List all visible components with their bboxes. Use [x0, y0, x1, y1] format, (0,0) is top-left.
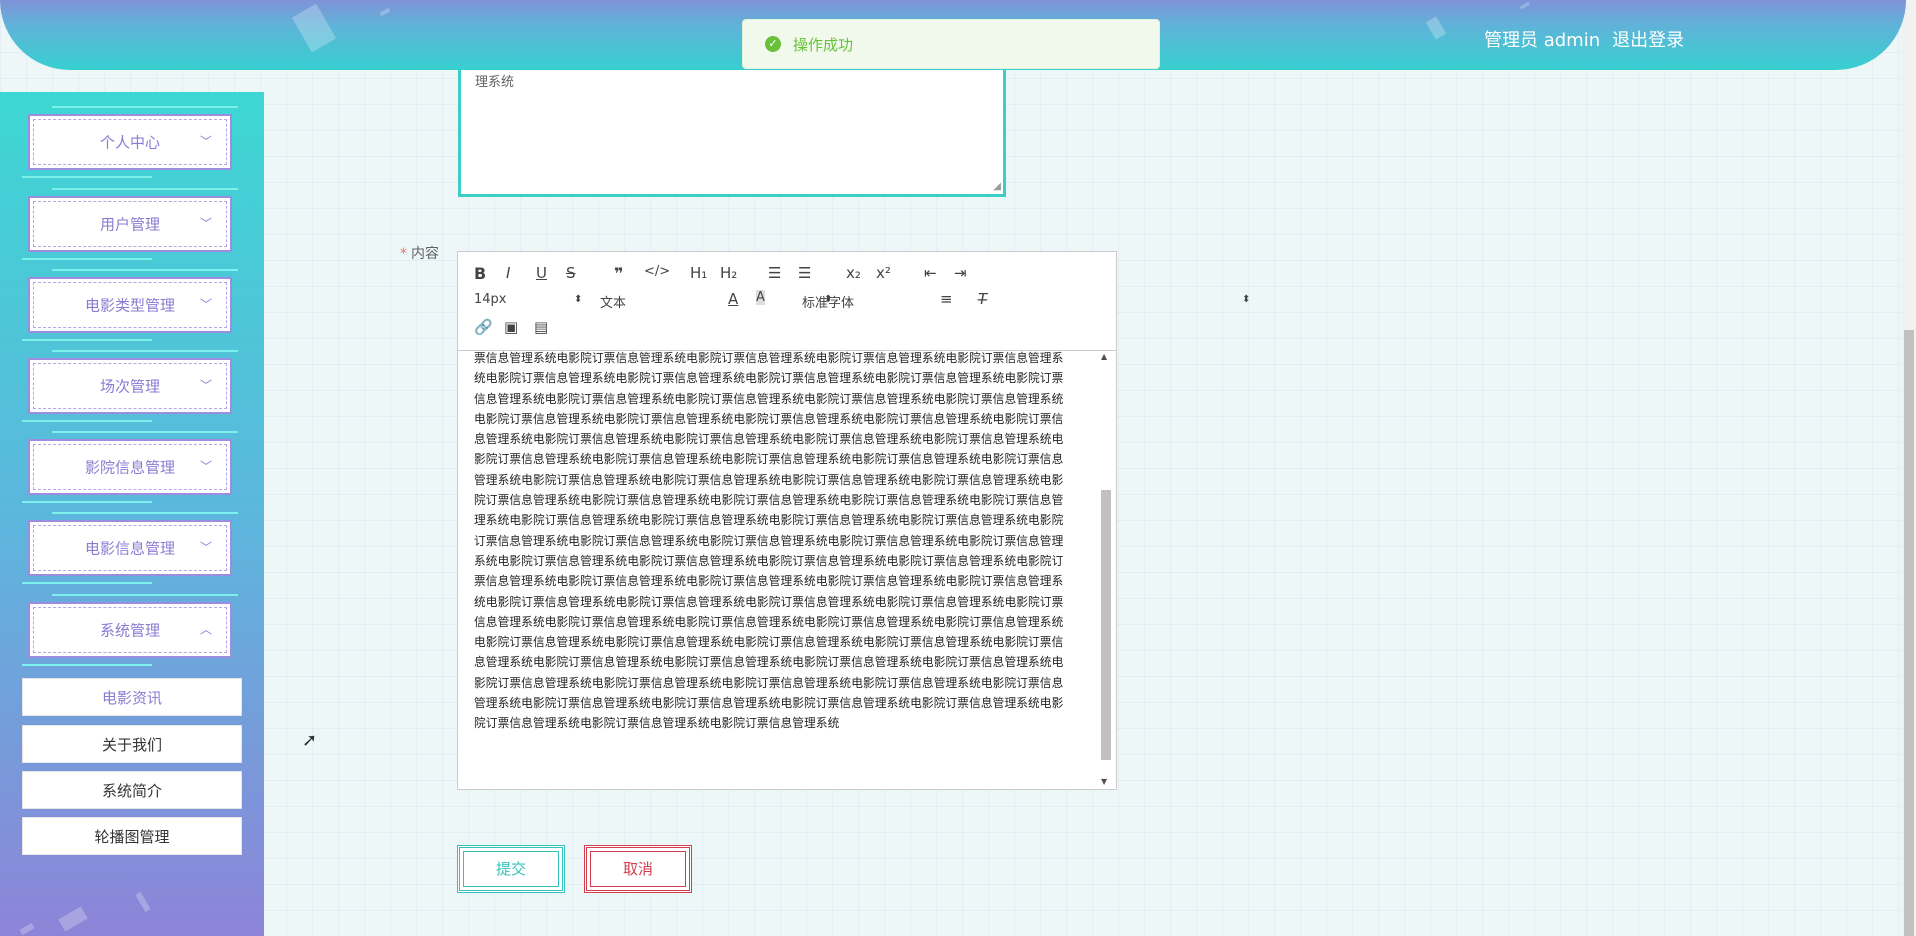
- font-size-select[interactable]: 14px ⬍: [474, 292, 582, 307]
- scroll-down-icon[interactable]: ▼: [1101, 777, 1107, 786]
- video-icon[interactable]: ▤: [534, 318, 548, 336]
- toast-message: 操作成功: [793, 35, 854, 54]
- page-scrollbar-thumb[interactable]: [1904, 330, 1914, 936]
- paragraph-select[interactable]: 文本 ⬍: [600, 292, 832, 311]
- editor-scrollbar[interactable]: ▲ ▼: [1100, 350, 1112, 788]
- intro-textarea-wrapper: 理系统 ◢: [458, 62, 1006, 197]
- indent-icon[interactable]: ⇥: [954, 264, 967, 282]
- font-color-icon[interactable]: A: [728, 290, 738, 308]
- chevron-down-icon: ﹀: [199, 459, 212, 474]
- submit-button[interactable]: 提交: [457, 845, 565, 893]
- editor-scrollbar-thumb[interactable]: [1101, 490, 1111, 760]
- ordered-list-icon[interactable]: ☰: [768, 264, 781, 282]
- required-asterisk: *: [400, 246, 407, 262]
- clear-format-icon[interactable]: T̶: [978, 290, 987, 308]
- bullet-list-icon[interactable]: ☰: [798, 264, 811, 282]
- chevron-down-icon: ﹀: [199, 540, 212, 555]
- outdent-icon[interactable]: ⇤: [924, 264, 937, 282]
- image-icon[interactable]: ▣: [504, 318, 518, 336]
- sidebar-item-movie-info-management[interactable]: 电影信息管理 ﹀: [22, 512, 238, 584]
- sidebar-item-user-management[interactable]: 用户管理 ﹀: [22, 188, 238, 260]
- editor-content[interactable]: 票信息管理系统电影院订票信息管理系统电影院订票信息管理系统电影院订票信息管理系统…: [474, 348, 1074, 788]
- sidebar-item-system-management[interactable]: 系统管理 ︿: [22, 594, 238, 666]
- strikethrough-icon[interactable]: S: [566, 264, 576, 282]
- select-arrow-icon: ⬍: [1242, 294, 1251, 305]
- submenu-about-us[interactable]: 关于我们: [22, 725, 242, 763]
- heading-1-icon[interactable]: H₁: [690, 264, 707, 282]
- code-block-icon[interactable]: </>: [644, 264, 670, 279]
- submenu-system-intro[interactable]: 系统简介: [22, 771, 242, 809]
- submenu-movie-news[interactable]: 电影资讯: [22, 678, 242, 716]
- editor-toolbar: B I U S ❞ </> H₁ H₂ ☰ ☰ x₂ x² ⇤ ⇥ 14px ⬍ …: [458, 252, 1250, 351]
- submenu-carousel-management[interactable]: 轮播图管理: [22, 817, 242, 855]
- chevron-down-icon: ﹀: [199, 134, 212, 149]
- user-area: 管理员 admin 退出登录: [1484, 26, 1684, 52]
- chevron-down-icon: ﹀: [199, 216, 212, 231]
- underline-icon[interactable]: U: [536, 264, 547, 282]
- select-arrow-icon: ⬍: [574, 294, 583, 305]
- chevron-down-icon: ﹀: [199, 297, 212, 312]
- bold-icon[interactable]: B: [474, 264, 486, 283]
- superscript-icon[interactable]: x²: [876, 264, 891, 282]
- page-scrollbar[interactable]: [1902, 0, 1916, 936]
- scroll-up-icon[interactable]: ▲: [1101, 352, 1107, 361]
- heading-2-icon[interactable]: H₂: [720, 264, 737, 282]
- subscript-icon[interactable]: x₂: [846, 264, 861, 282]
- chevron-up-icon: ︿: [199, 622, 212, 637]
- italic-icon[interactable]: I: [506, 264, 510, 282]
- content-field-label: * 内容: [400, 246, 439, 262]
- blockquote-icon[interactable]: ❞: [614, 264, 623, 283]
- background-color-icon[interactable]: A: [756, 290, 765, 305]
- mouse-cursor-icon: ➚: [302, 730, 318, 751]
- rich-text-editor: B I U S ❞ </> H₁ H₂ ☰ ☰ x₂ x² ⇤ ⇥ 14px ⬍ …: [457, 251, 1250, 790]
- chevron-down-icon: ﹀: [199, 378, 212, 393]
- align-icon[interactable]: ≡: [940, 290, 953, 308]
- cancel-button[interactable]: 取消: [584, 845, 692, 893]
- sidebar-item-personal-center[interactable]: 个人中心 ﹀: [22, 106, 238, 178]
- intro-textarea[interactable]: 理系统: [461, 65, 1003, 194]
- sidebar-item-session-management[interactable]: 场次管理 ﹀: [22, 350, 238, 422]
- sidebar-item-movie-type-management[interactable]: 电影类型管理 ﹀: [22, 269, 238, 341]
- sidebar-item-cinema-management[interactable]: 影院信息管理 ﹀: [22, 431, 238, 503]
- resize-handle-icon[interactable]: ◢: [993, 181, 1001, 192]
- admin-username: 管理员 admin: [1484, 30, 1601, 51]
- check-circle-icon: ✓: [765, 36, 781, 52]
- font-family-select[interactable]: 标准字体 ⬍: [802, 292, 1250, 311]
- success-toast: ✓ 操作成功: [742, 19, 1160, 69]
- logout-link[interactable]: 退出登录: [1612, 26, 1684, 52]
- link-icon[interactable]: 🔗: [474, 318, 493, 336]
